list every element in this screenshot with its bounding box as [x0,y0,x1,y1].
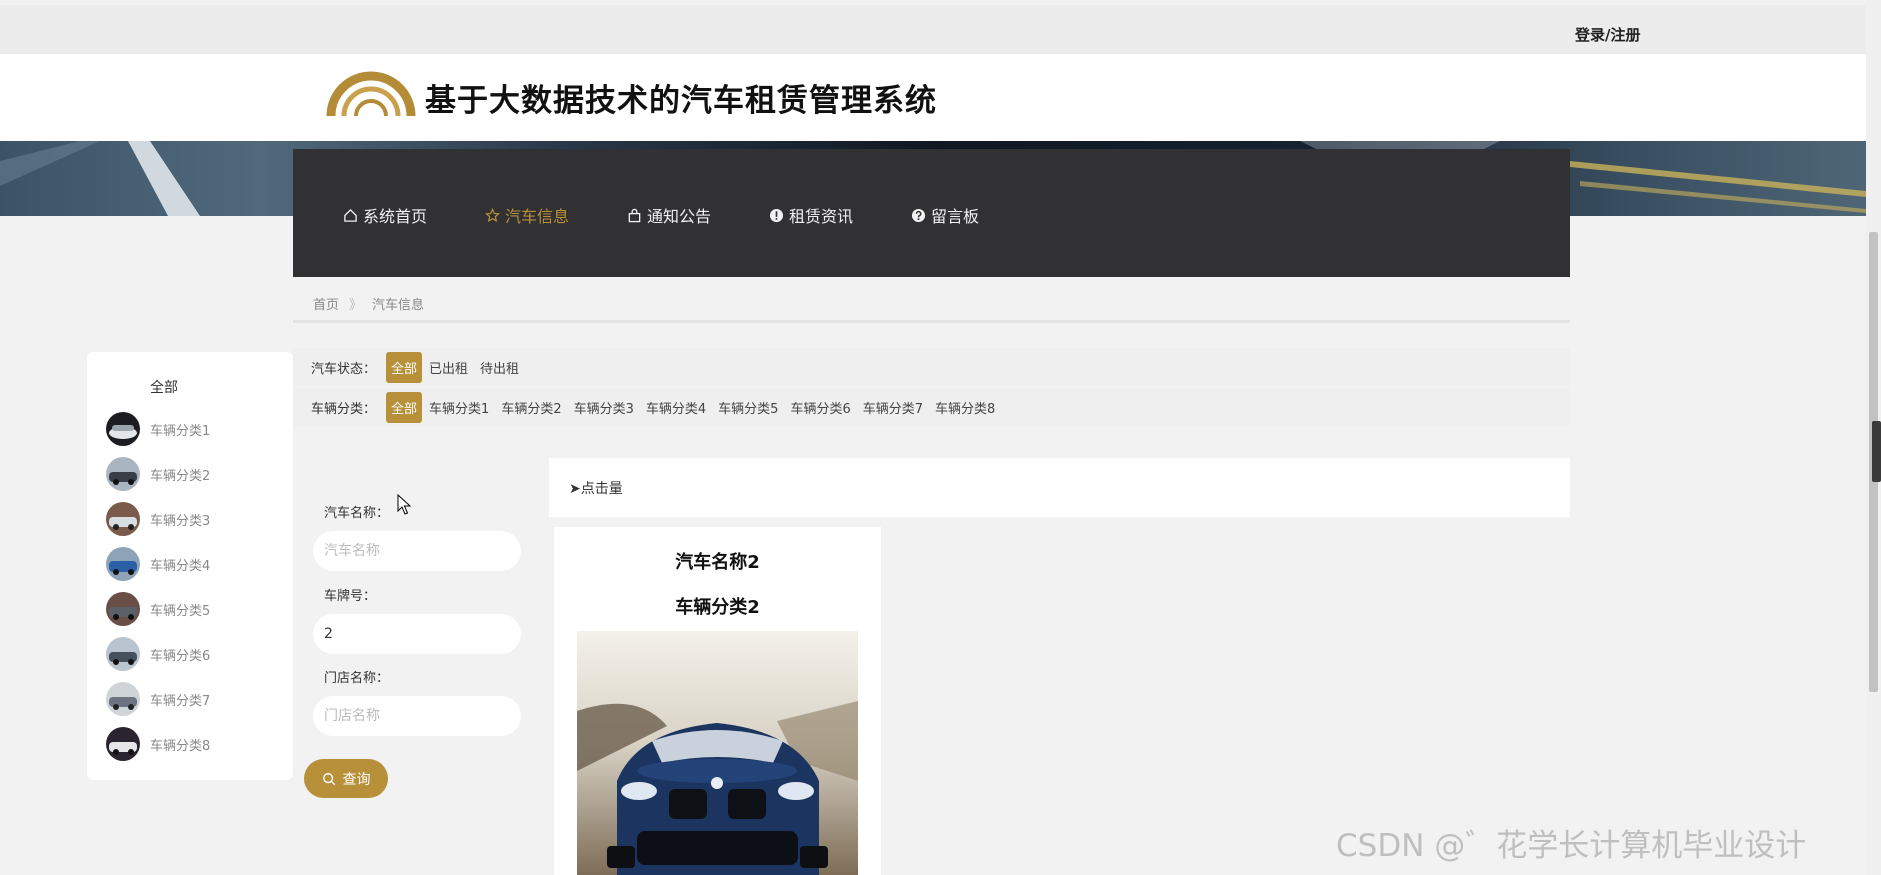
nav-item-notices[interactable]: 通知公告 [627,203,711,227]
category-chip[interactable]: 车辆分类7 [858,393,928,422]
car-thumbnail [106,727,140,761]
breadcrumb-divider [293,320,1570,323]
search-button[interactable]: 查询 [304,759,388,798]
main-nav: 系统首页 汽车信息 通知公告 租赁资讯 留言板 [293,149,1570,277]
category-label: 车辆分类4 [150,558,211,574]
site-title: 基于大数据技术的汽车租赁管理系统 [425,83,937,119]
category-label: 车辆分类7 [150,693,211,709]
car-image [577,631,858,875]
store-name-input[interactable] [313,696,521,736]
car-thumbnail [106,547,140,581]
category-filter: 车辆分类： 全部 车辆分类1 车辆分类2 车辆分类3 车辆分类4 车辆分类5 车… [293,388,1570,426]
category-chip[interactable]: 车辆分类4 [641,393,711,422]
category-label: 车辆分类6 [150,648,211,664]
arrow-icon: ➤ [569,480,581,497]
site-header: 基于大数据技术的汽车租赁管理系统 [0,54,1866,141]
breadcrumb-current: 汽车信息 [372,298,425,313]
nav-item-home[interactable]: 系统首页 [343,203,427,227]
category-chip[interactable]: 车辆分类5 [713,393,783,422]
category-label: 车辆分类5 [150,603,211,619]
cursor-icon [397,494,411,515]
category-item[interactable]: 车辆分类1 [106,412,210,446]
car-thumbnail [106,412,140,446]
category-label: 车辆分类2 [150,468,211,484]
login-register-link[interactable]: 登录/注册 [1575,24,1640,45]
category-chip[interactable]: 车辆分类1 [424,393,494,422]
breadcrumb-home[interactable]: 首页 [313,298,339,313]
category-item[interactable]: 车辆分类2 [106,457,210,491]
car-thumbnail [106,682,140,716]
plate-number-label: 车牌号： [324,589,377,604]
car-thumbnail [106,502,140,536]
car-thumbnail [106,457,140,491]
top-bar: 登录/注册 [0,5,1866,54]
car-name-label: 汽车名称： [324,506,390,521]
status-filter-label: 汽车状态： [311,361,377,377]
nav-item-label: 租赁资讯 [789,207,854,226]
category-all[interactable]: 全部 [150,377,178,397]
car-thumbnail [106,592,140,626]
nav-item-rental-news[interactable]: 租赁资讯 [769,203,853,227]
car-thumbnail [106,637,140,671]
category-item[interactable]: 车辆分类6 [106,637,210,671]
category-item[interactable]: 车辆分类7 [106,682,210,716]
status-chip-available[interactable]: 待出租 [475,353,524,382]
search-icon [322,772,335,785]
exclamation-icon [769,208,784,222]
logo-icon [326,71,416,117]
category-label: 车辆分类8 [150,738,211,754]
nav-item-car-info[interactable]: 汽车信息 [485,203,569,227]
sort-bar: ➤点击量 [549,458,1570,517]
category-chip[interactable]: 车辆分类2 [496,393,566,422]
category-item[interactable]: 车辆分类4 [106,547,210,581]
sort-label: 点击量 [580,480,623,497]
car-card[interactable]: 汽车名称2 车辆分类2 [554,527,881,875]
scroll-indicator [1872,421,1881,482]
category-chip-all[interactable]: 全部 [386,391,423,423]
watermark: CSDN @゛花学长计算机毕业设计 [1336,828,1807,864]
nav-item-label: 通知公告 [647,207,712,226]
nav-item-label: 汽车信息 [505,207,570,226]
nav-item-label: 留言板 [931,207,980,226]
category-item[interactable]: 车辆分类5 [106,592,210,626]
plate-number-input[interactable] [313,614,521,654]
store-name-label: 门店名称： [324,671,390,686]
car-name: 汽车名称2 [675,552,760,573]
category-item[interactable]: 车辆分类3 [106,502,210,536]
nav-item-message-board[interactable]: 留言板 [911,203,979,227]
star-icon [485,207,500,222]
question-icon [911,208,926,222]
category-item[interactable]: 车辆分类8 [106,727,210,761]
status-chip-rented[interactable]: 已出租 [424,353,473,382]
bag-icon [628,208,641,222]
status-chip-all[interactable]: 全部 [386,351,423,383]
nav-item-label: 系统首页 [363,207,428,226]
category-chip[interactable]: 车辆分类6 [785,393,855,422]
category-label: 车辆分类3 [150,513,211,529]
breadcrumb-separator: 》 [349,298,363,313]
status-filter: 汽车状态： 全部 已出租 待出租 [293,348,1570,386]
car-category: 车辆分类2 [675,597,760,618]
category-chip[interactable]: 车辆分类8 [930,393,1000,422]
category-sidebar: 全部 车辆分类1 车辆分类2 车辆分类3 车辆分类4 车辆分类5 车辆分类6 车… [87,352,293,780]
category-label: 车辆分类1 [150,423,211,439]
sort-by-clicks[interactable]: ➤点击量 [569,478,623,498]
category-chip[interactable]: 车辆分类3 [569,393,639,422]
breadcrumb: 首页》汽车信息 [313,294,424,313]
home-icon [344,208,357,222]
category-filter-label: 车辆分类： [311,401,377,417]
search-button-label: 查询 [342,771,371,788]
car-name-input[interactable] [313,531,521,571]
